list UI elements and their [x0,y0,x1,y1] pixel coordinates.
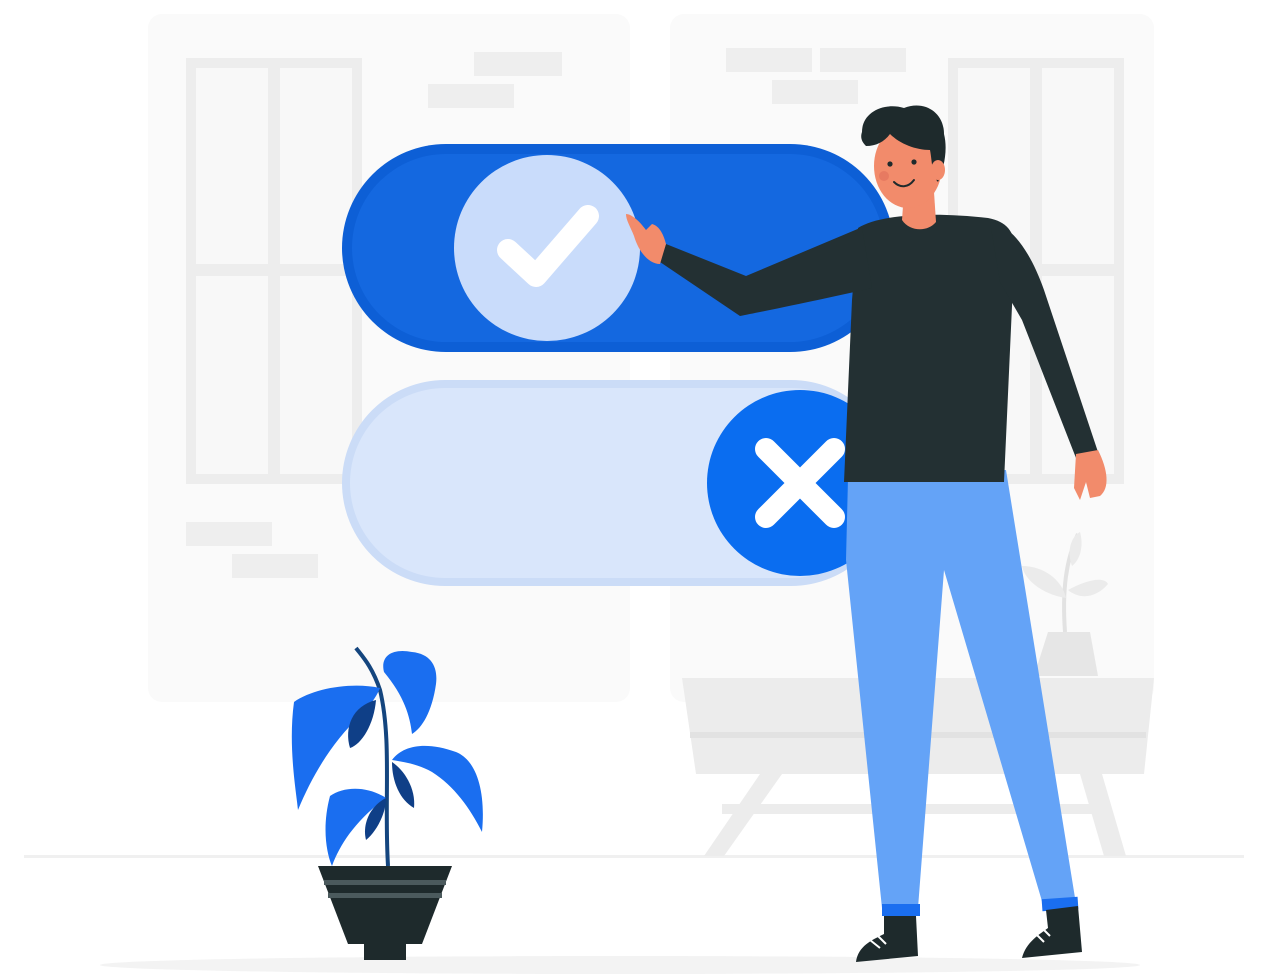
plant-pot [318,866,452,944]
person-eye [887,161,893,167]
window-left [186,58,362,484]
person-cheek [879,171,889,181]
plant-leaf [325,788,386,866]
toggle-switch-off[interactable] [342,380,894,586]
person-eye [911,159,917,165]
person-ear [931,160,945,180]
floor-shadow [100,956,1140,974]
pot-stripe [324,880,446,885]
pot-stripe [328,893,442,898]
pant-cuff [882,904,920,916]
toggle-illustration [24,14,1244,974]
shoe-right [1022,906,1082,958]
toggle-switch-on[interactable] [342,144,894,352]
person-shirt [844,214,1015,482]
plant-leaf [392,762,415,808]
shoe-left [856,916,918,962]
pot-base [364,944,406,960]
